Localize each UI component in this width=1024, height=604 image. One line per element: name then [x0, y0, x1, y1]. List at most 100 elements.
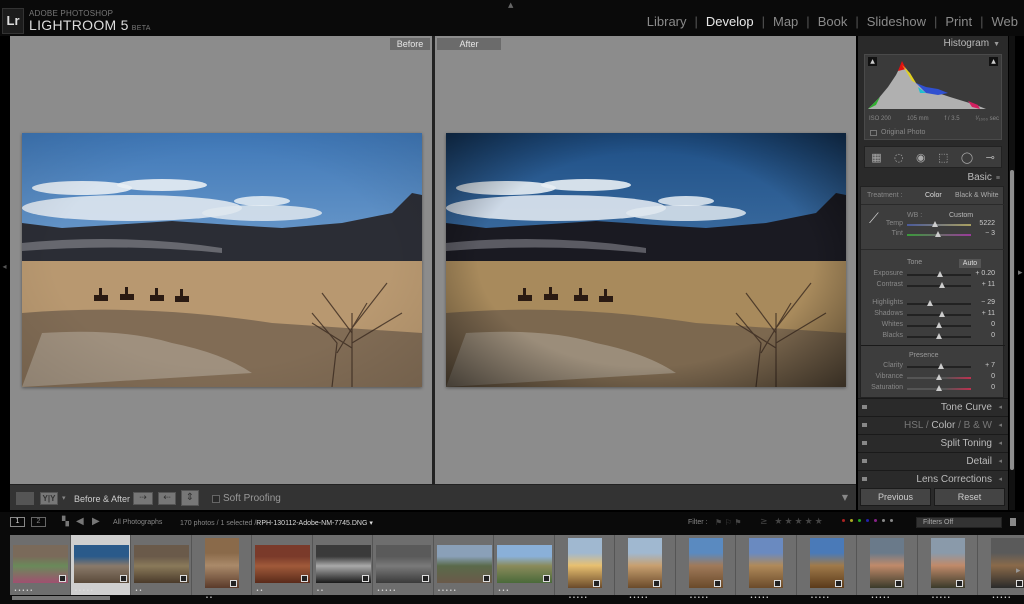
treatment-bw-option[interactable]: Black & White: [955, 192, 999, 199]
star-rating[interactable]: •••••: [871, 595, 891, 601]
star-rating[interactable]: •••••: [811, 595, 831, 601]
star-rating[interactable]: •••••: [569, 595, 589, 601]
loupe-view-button[interactable]: [16, 492, 34, 505]
exposure-slider-thumb[interactable]: [937, 271, 944, 277]
original-photo-checkbox[interactable]: [870, 130, 877, 136]
star-rating[interactable]: •••••: [932, 595, 952, 601]
radial-filter-icon[interactable]: ◯: [961, 151, 973, 164]
vibrance-value[interactable]: 0: [991, 373, 995, 380]
edited-badge-icon[interactable]: [895, 580, 902, 587]
edited-badge-icon[interactable]: [653, 580, 660, 587]
histogram-header[interactable]: Histogram ▼: [858, 36, 1008, 52]
saturation-slider[interactable]: [907, 385, 971, 391]
lens-corrections-header[interactable]: Lens Corrections ◂: [858, 470, 1008, 487]
forward-arrow-icon[interactable]: ▶: [92, 516, 100, 527]
filmstrip-thumbnail[interactable]: ••: [252, 535, 313, 595]
shadows-slider-thumb[interactable]: [939, 311, 946, 317]
histogram[interactable]: ▲ ▲ ISO 200 105 mm f / 3.5 ¹⁄₁₀₀₀ sec Or…: [864, 54, 1002, 140]
tint-value[interactable]: − 3: [985, 230, 995, 237]
whites-slider[interactable]: [907, 322, 971, 328]
contrast-slider-thumb[interactable]: [939, 282, 946, 288]
color-label-dot[interactable]: [842, 519, 845, 522]
wb-dropdown[interactable]: Custom: [949, 212, 973, 219]
vibrance-slider-thumb[interactable]: [936, 374, 942, 380]
edited-badge-icon[interactable]: [1016, 580, 1023, 587]
filmstrip-thumbnail[interactable]: •••••: [796, 535, 857, 601]
filmstrip-thumbnail[interactable]: •••••: [70, 535, 131, 595]
star-rating[interactable]: •••: [498, 588, 510, 594]
bw-tab[interactable]: B & W: [964, 420, 992, 431]
temp-slider[interactable]: [907, 221, 971, 227]
copy-after-to-before-button[interactable]: ⇠: [158, 492, 176, 505]
filmstrip-source[interactable]: All Photographs: [113, 519, 162, 526]
color-label-dot[interactable]: [866, 519, 869, 522]
color-label-dot[interactable]: [874, 519, 877, 522]
spot-removal-icon[interactable]: ◌: [894, 151, 904, 164]
filmstrip-thumbnail[interactable]: •••••: [373, 535, 434, 595]
highlights-slider-thumb[interactable]: [927, 300, 934, 306]
left-panel-toggle-icon[interactable]: ◂: [0, 262, 9, 271]
edited-badge-icon[interactable]: [301, 575, 308, 582]
crop-overlay-icon[interactable]: ▦: [871, 151, 881, 164]
hsl-header[interactable]: HSL / Color / B & W ◂: [858, 416, 1008, 433]
before-photo[interactable]: [22, 133, 422, 387]
filmstrip-thumbnail[interactable]: •••••: [978, 535, 1024, 601]
filter-preset-dropdown[interactable]: Filters Off: [916, 517, 1002, 528]
soft-proofing-checkbox[interactable]: [212, 495, 220, 503]
color-label-dot[interactable]: [890, 519, 893, 522]
whites-slider-thumb[interactable]: [936, 322, 942, 328]
star-rating[interactable]: •••••: [377, 588, 397, 594]
highlights-value[interactable]: − 29: [981, 299, 995, 306]
detail-header[interactable]: Detail ◂: [858, 452, 1008, 469]
star-rating[interactable]: •••••: [629, 595, 649, 601]
highlights-slider[interactable]: [907, 300, 971, 306]
panel-switch-icon[interactable]: [862, 423, 867, 427]
right-panel-toggle-icon[interactable]: ▸: [1018, 268, 1023, 278]
color-label-dot[interactable]: [882, 519, 885, 522]
filmstrip-thumbnail[interactable]: •••••: [615, 535, 676, 601]
panel-switch-icon[interactable]: [862, 477, 867, 481]
contrast-slider[interactable]: [907, 282, 971, 288]
blacks-slider[interactable]: [907, 333, 971, 339]
edited-badge-icon[interactable]: [774, 580, 781, 587]
edited-badge-icon[interactable]: [422, 575, 429, 582]
flag-filter-icons[interactable]: ⚑ ⚐ ⚑: [715, 518, 742, 527]
star-rating[interactable]: •••••: [75, 588, 95, 594]
edited-badge-icon[interactable]: [229, 580, 237, 587]
filter-lock-icon[interactable]: [1010, 518, 1016, 526]
shadow-clipping-icon[interactable]: ▲: [868, 57, 877, 66]
contrast-value[interactable]: + 11: [982, 281, 995, 288]
exposure-slider[interactable]: [907, 271, 971, 277]
filmstrip-thumbnail[interactable]: ••: [131, 535, 192, 595]
filmstrip-thumbnail[interactable]: •••••: [857, 535, 918, 601]
temp-slider-thumb[interactable]: [932, 221, 939, 227]
whites-value[interactable]: 0: [991, 321, 995, 328]
edited-badge-icon[interactable]: [361, 575, 369, 582]
star-rating[interactable]: ••: [206, 595, 214, 601]
swap-before-after-button[interactable]: ⇕: [181, 490, 199, 506]
basic-header[interactable]: Basic ≡: [858, 170, 1008, 186]
adjustment-brush-icon[interactable]: ⊸: [986, 151, 995, 164]
star-rating[interactable]: •••••: [992, 595, 1012, 601]
after-photo[interactable]: [446, 133, 846, 387]
module-develop[interactable]: Develop: [706, 14, 754, 29]
grid-view-icon[interactable]: ▚: [62, 517, 69, 527]
clarity-slider-thumb[interactable]: [937, 363, 944, 369]
module-slideshow[interactable]: Slideshow: [867, 14, 926, 29]
hsl-tab[interactable]: HSL: [904, 420, 923, 431]
blacks-slider-thumb[interactable]: [936, 333, 942, 339]
shadows-slider[interactable]: [907, 311, 971, 317]
tint-slider-thumb[interactable]: [934, 231, 941, 237]
tint-slider[interactable]: [907, 231, 971, 237]
auto-tone-button[interactable]: Auto: [959, 259, 981, 268]
star-rating[interactable]: ••: [317, 588, 325, 594]
filmstrip-thumbnail[interactable]: •••: [494, 535, 555, 595]
edited-badge-icon[interactable]: [482, 575, 490, 582]
edited-badge-icon[interactable]: [713, 580, 721, 587]
color-tab[interactable]: Color: [931, 420, 955, 431]
filmstrip-scrollbar[interactable]: [12, 596, 110, 600]
selected-filename[interactable]: RPH-130112-Adobe-NM-7745.DNG ▾: [256, 520, 373, 527]
shadows-value[interactable]: + 11: [982, 310, 995, 317]
filmstrip-thumbnail[interactable]: ••: [312, 535, 373, 595]
star-rating[interactable]: •••••: [690, 595, 710, 601]
